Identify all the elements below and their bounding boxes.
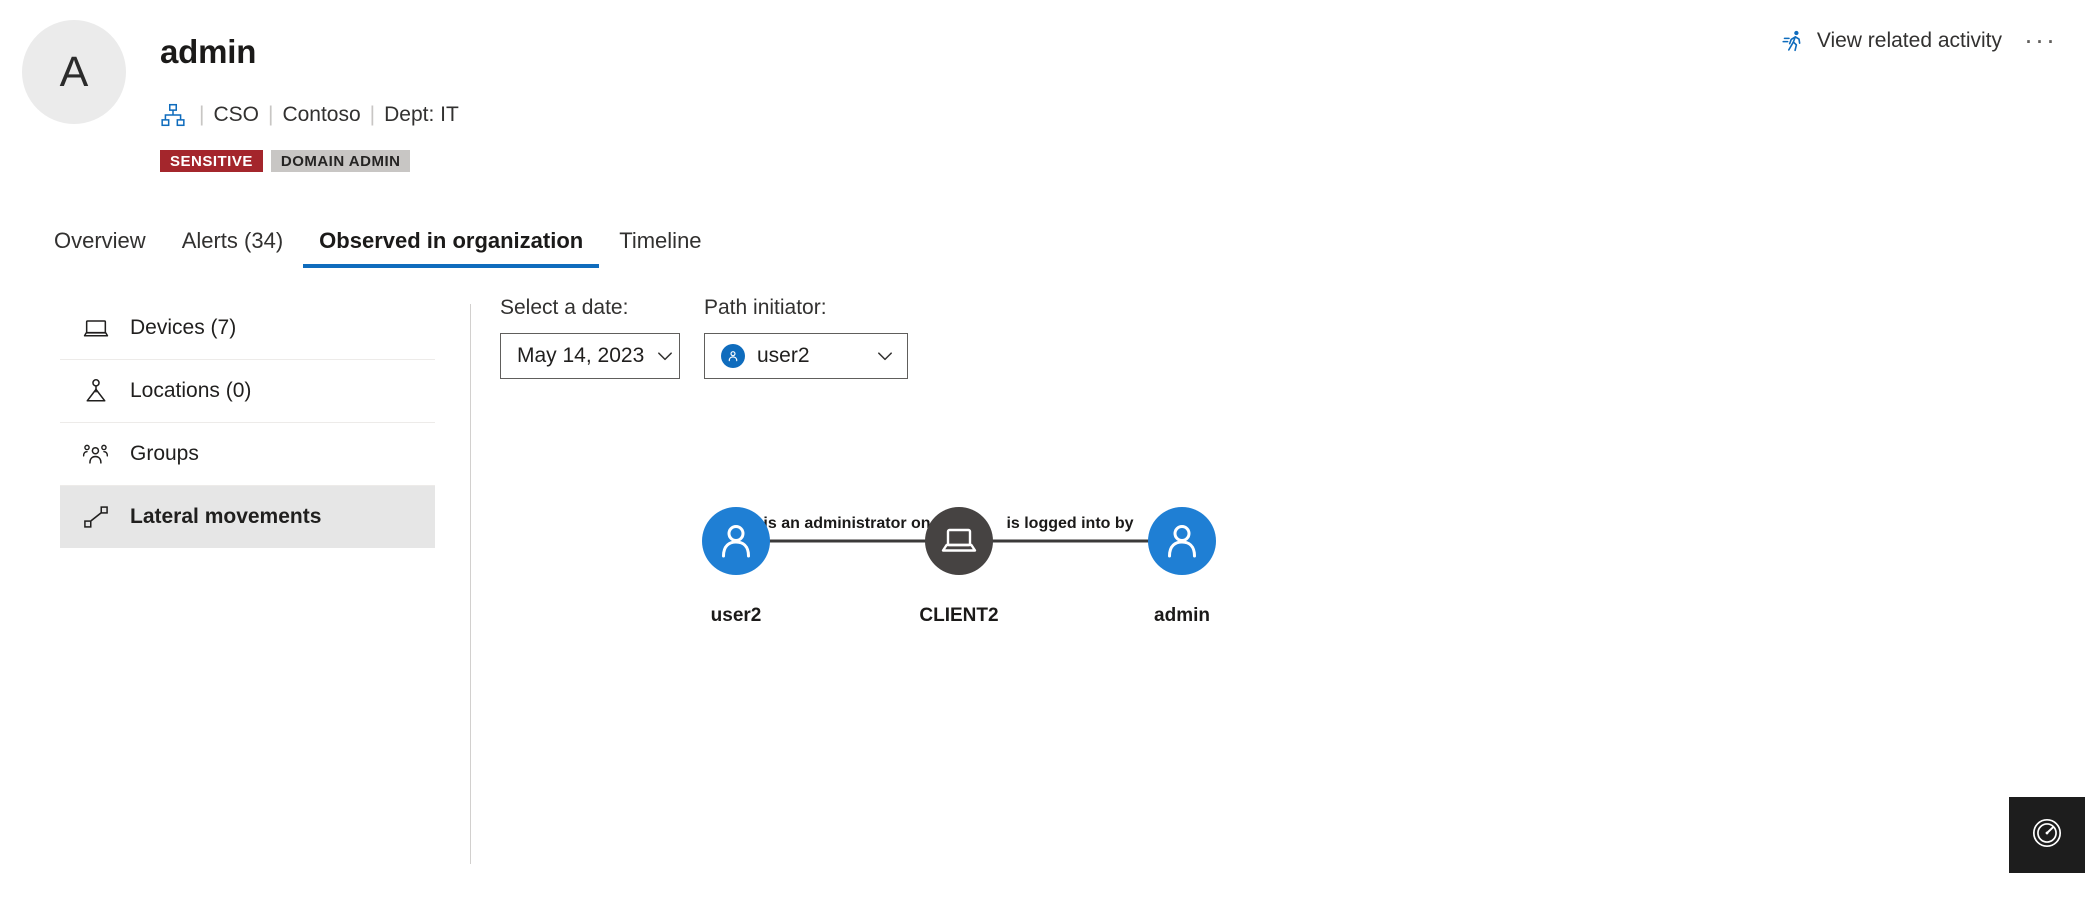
location-pin-person-icon [82, 377, 110, 405]
page-title: admin [160, 33, 257, 70]
org-chart-icon [160, 102, 186, 128]
meta-item-department: Dept: IT [384, 103, 459, 126]
status-badge-sensitive: SENSITIVE [160, 150, 263, 172]
graph-node-label: CLIENT2 [919, 605, 998, 626]
graph-node-label: admin [1154, 605, 1210, 626]
chevron-down-icon [876, 347, 894, 365]
graph-edge-label: is logged into by [1006, 515, 1133, 532]
entity-header: A admin | CSO | Contoso | Dept: IT SENSI… [0, 0, 2085, 215]
avatar: A [22, 20, 126, 124]
initiator-filter-label: Path initiator: [704, 296, 827, 319]
tab-bar: Overview Alerts (34) Observed in organiz… [0, 228, 2085, 281]
tab-observed-in-organization[interactable]: Observed in organization [301, 228, 601, 268]
initiator-filter-group: Path initiator: user2 [704, 296, 908, 379]
tab-timeline[interactable]: Timeline [601, 228, 719, 268]
body-area: Devices (7) Locations (0) Groups Lateral… [0, 296, 2085, 913]
date-select-value: May 14, 2023 [517, 344, 645, 367]
view-related-activity-button[interactable]: View related activity [1781, 28, 2002, 54]
meta-divider-3: | [369, 103, 376, 126]
sidebar-item-label: Groups [130, 442, 199, 465]
status-badge-domain-admin: DOMAIN ADMIN [270, 150, 411, 172]
meta-divider-2: | [267, 103, 274, 126]
meta-item-cso: CSO [213, 103, 259, 126]
lateral-movement-icon [82, 503, 110, 531]
badge-list: SENSITIVE DOMAIN ADMIN [160, 150, 411, 172]
observed-nav-list: Devices (7) Locations (0) Groups Lateral… [60, 296, 435, 548]
date-select[interactable]: May 14, 2023 [500, 333, 680, 379]
date-filter-label: Select a date: [500, 296, 629, 319]
sidebar-item-locations[interactable]: Locations (0) [60, 359, 435, 422]
sidebar-item-groups[interactable]: Groups [60, 422, 435, 485]
path-initiator-select[interactable]: user2 [704, 333, 908, 379]
sidebar-item-lateral-movements[interactable]: Lateral movements [60, 485, 435, 548]
meta-divider-1: | [199, 103, 205, 126]
tab-alerts[interactable]: Alerts (34) [164, 228, 301, 268]
filter-bar: Select a date: May 14, 2023 Path initiat… [500, 296, 908, 379]
avatar-initial: A [59, 47, 89, 96]
entity-page: A admin | CSO | Contoso | Dept: IT SENSI… [0, 0, 2085, 913]
performance-gauge-button[interactable] [2009, 797, 2085, 873]
laptop-icon [82, 314, 110, 342]
date-filter-group: Select a date: May 14, 2023 [500, 296, 680, 379]
graph-edge-label: is an administrator on [763, 515, 930, 532]
lateral-movement-graph: is an administrator on is logged into by… [500, 406, 1900, 906]
graph-node-user2[interactable]: user2 [702, 507, 770, 626]
more-options-button[interactable]: ··· [2024, 27, 2057, 54]
running-person-icon [1781, 28, 1807, 54]
graph-node-label: user2 [711, 605, 762, 626]
graph-node-client2[interactable]: CLIENT2 [919, 507, 999, 626]
header-actions: View related activity ··· [1781, 27, 2057, 54]
sidebar-item-devices[interactable]: Devices (7) [60, 296, 435, 359]
gauge-icon [2030, 816, 2064, 855]
path-initiator-value: user2 [757, 344, 810, 367]
user-icon [721, 344, 745, 368]
tab-overview[interactable]: Overview [36, 228, 164, 268]
sidebar-item-label: Lateral movements [130, 505, 322, 528]
chevron-down-icon [656, 347, 674, 365]
vertical-divider [470, 304, 471, 864]
meta-item-company: Contoso [282, 103, 361, 126]
entity-meta: | CSO | Contoso | Dept: IT [160, 100, 459, 130]
view-related-activity-label: View related activity [1816, 28, 2003, 52]
graph-node-admin[interactable]: admin [1148, 507, 1216, 626]
people-group-icon [82, 440, 110, 468]
sidebar-item-label: Devices (7) [130, 315, 237, 339]
sidebar-item-label: Locations (0) [130, 379, 252, 402]
